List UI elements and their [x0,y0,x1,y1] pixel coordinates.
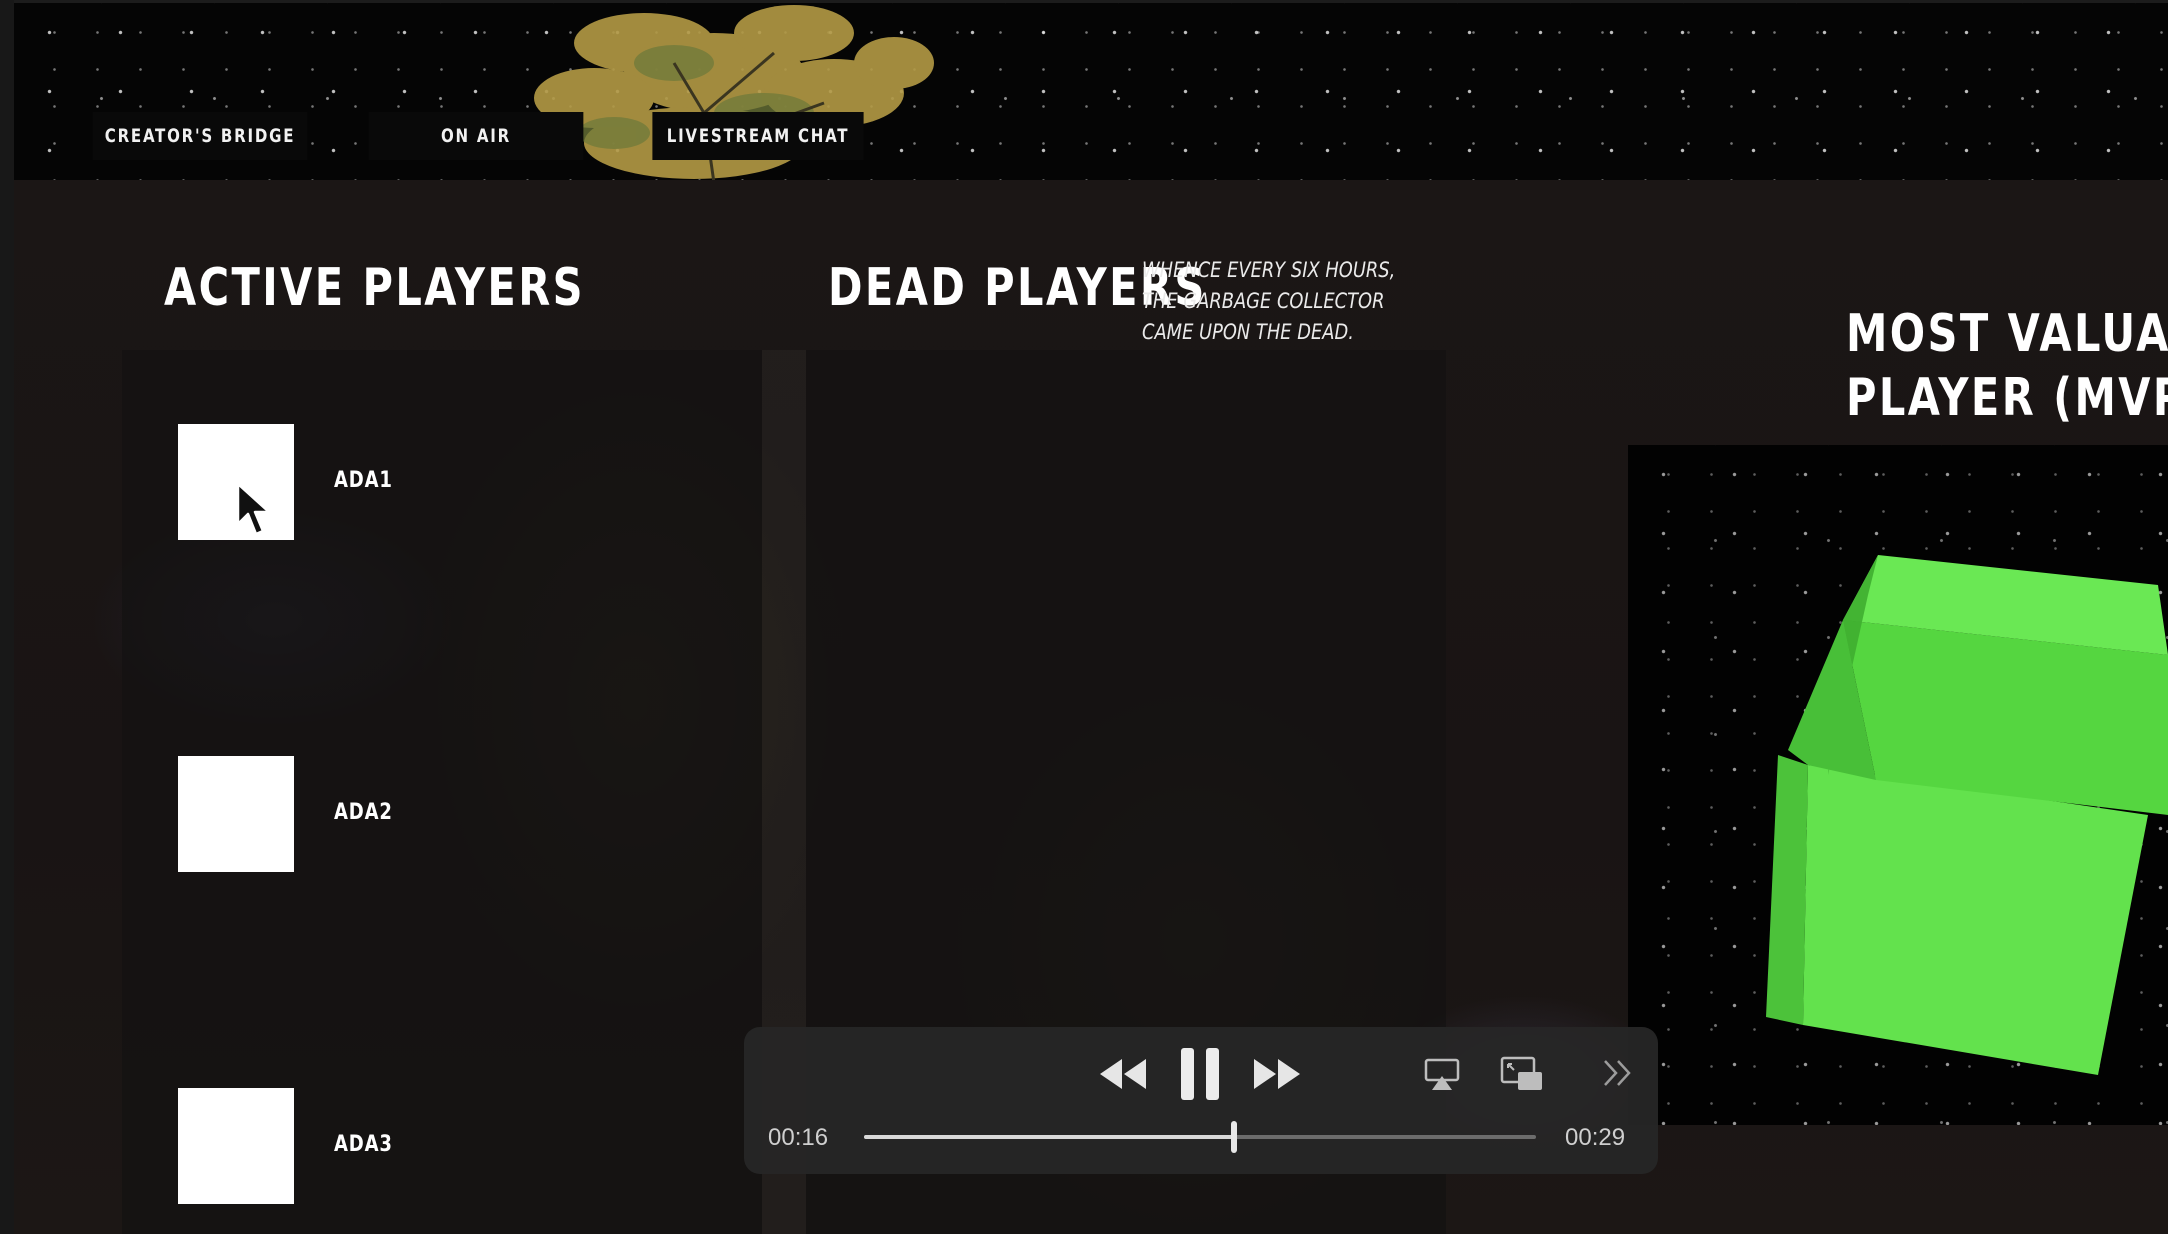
player-name[interactable]: ADA2 [334,800,393,825]
window-edge [0,0,14,1234]
more-controls-icon[interactable] [1602,1058,1634,1088]
dead-players-note: WHENCE EVERY SIX HOURS, THE GARBAGE COLL… [1142,258,1396,344]
player-avatar[interactable] [178,1088,294,1204]
pause-icon[interactable] [1180,1046,1220,1102]
mvp-viewport[interactable] [1628,445,2168,1125]
active-players-title: ACTIVE PLAYERS [164,258,586,318]
player-name[interactable]: ADA1 [334,468,393,493]
rewind-icon[interactable] [1098,1057,1148,1091]
mouse-cursor-icon [236,482,271,536]
mvp-cube-model [1766,555,2168,1075]
duration-label: 00:29 [1565,1124,1626,1151]
player-avatar[interactable] [178,756,294,872]
mvp-title-line1: MOST VALUABLE [1846,304,2168,364]
mvp-title-line2: PLAYER (MVP) [1846,368,2168,428]
picture-in-picture-icon[interactable] [1500,1056,1544,1092]
fast-forward-icon[interactable] [1252,1057,1302,1091]
current-time-label: 00:16 [768,1124,829,1151]
progress-slider[interactable] [864,1121,1536,1153]
nav-creators-bridge-button[interactable]: CREATOR'S BRIDGE [92,112,308,160]
header-banner [14,0,2168,183]
nav-on-air-button[interactable]: ON AIR [368,112,584,160]
progress-slider-thumb[interactable] [1230,1121,1237,1153]
nav-livestream-chat-button[interactable]: LIVESTREAM CHAT [652,112,864,160]
progress-slider-fill [864,1135,1234,1139]
airplay-icon[interactable] [1424,1058,1460,1092]
starfield [14,3,2168,183]
player-name[interactable]: ADA3 [334,1132,393,1157]
